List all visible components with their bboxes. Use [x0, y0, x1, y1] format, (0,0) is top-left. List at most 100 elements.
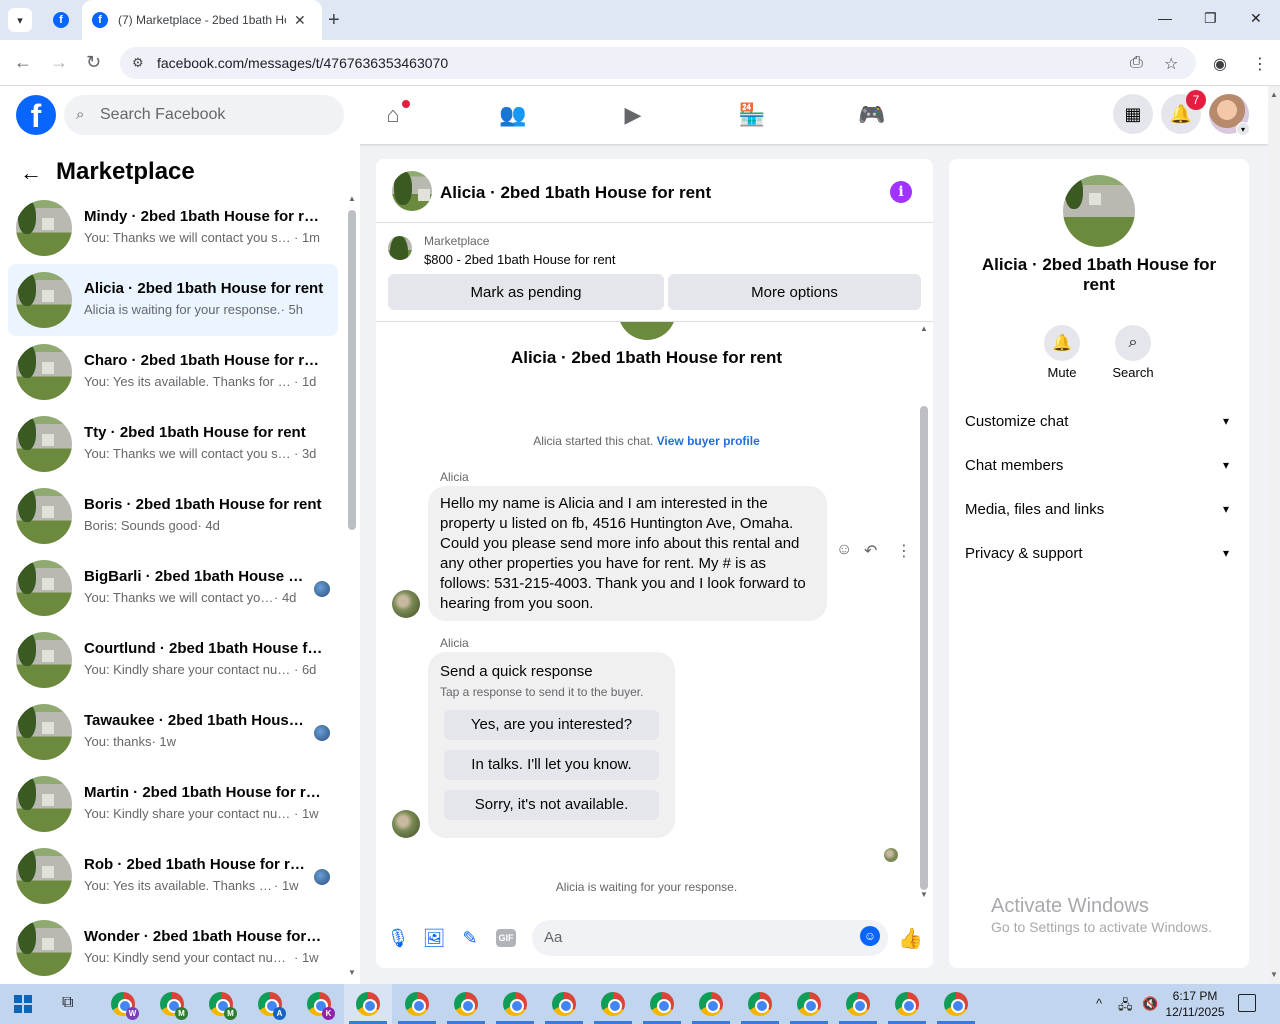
- scroll-up-icon[interactable]: ▲: [920, 324, 928, 333]
- emoji-icon[interactable]: ☺: [860, 926, 880, 946]
- friends-icon[interactable]: 👥: [499, 102, 527, 128]
- chat-members-section[interactable]: Chat members ▾: [965, 443, 1233, 487]
- chrome-taskbar-icon[interactable]: W: [111, 992, 139, 1020]
- chat-scrollbar[interactable]: ▲ ▼: [917, 322, 931, 902]
- close-window-icon[interactable]: ✕: [1250, 10, 1262, 27]
- reply-icon[interactable]: ↶: [864, 541, 877, 561]
- conversation-item[interactable]: Boris · 2bed 1bath House for rent Boris: …: [8, 480, 338, 552]
- gif-icon[interactable]: GIF: [496, 929, 516, 947]
- menu-grid-icon[interactable]: ▦: [1113, 94, 1153, 134]
- message-input[interactable]: Aa: [532, 920, 888, 956]
- chrome-taskbar-icon[interactable]: [503, 992, 527, 1016]
- conversation-item[interactable]: BigBarli · 2bed 1bath House for rent You:…: [8, 552, 338, 624]
- scroll-up-icon[interactable]: ▲: [1270, 90, 1278, 99]
- chat-avatar[interactable]: [392, 171, 432, 211]
- conversation-list-scrollbar[interactable]: ▲ ▼: [346, 194, 358, 980]
- sender-avatar[interactable]: [392, 810, 420, 838]
- scroll-down-icon[interactable]: ▼: [348, 968, 356, 977]
- chrome-taskbar-icon[interactable]: M: [160, 992, 188, 1020]
- conversation-item[interactable]: Tty · 2bed 1bath House for rent You: Than…: [8, 408, 338, 480]
- listing-price[interactable]: $800 - 2bed 1bath House for rent: [424, 252, 616, 267]
- scrollbar-thumb[interactable]: [348, 210, 356, 530]
- chrome-taskbar-icon[interactable]: [454, 992, 478, 1016]
- quick-response-in-talks-button[interactable]: In talks. I'll let you know.: [444, 750, 659, 780]
- conversation-item[interactable]: Martin · 2bed 1bath House for rent You: K…: [8, 768, 338, 840]
- info-icon[interactable]: i: [890, 181, 912, 203]
- bookmark-star-icon[interactable]: ☆: [1164, 54, 1178, 74]
- conversation-item[interactable]: Courtlund · 2bed 1bath House for rent You…: [8, 624, 338, 696]
- chrome-taskbar-icon[interactable]: [895, 992, 919, 1016]
- chrome-taskbar-icon[interactable]: [944, 992, 968, 1016]
- contact-avatar[interactable]: [1063, 175, 1135, 247]
- chrome-taskbar-icon[interactable]: [748, 992, 772, 1016]
- task-view-icon[interactable]: ⧉: [62, 994, 73, 1012]
- system-clock[interactable]: 6:17 PM 12/11/2025: [1160, 988, 1230, 1020]
- chrome-taskbar-icon[interactable]: [356, 992, 380, 1016]
- view-buyer-profile-link[interactable]: View buyer profile: [657, 434, 760, 448]
- chrome-taskbar-icon[interactable]: [797, 992, 821, 1016]
- listing-thumbnail[interactable]: [388, 236, 412, 260]
- site-info-icon[interactable]: ⚙: [132, 55, 144, 71]
- thumbs-up-icon[interactable]: 👍: [898, 926, 923, 951]
- page-scrollbar[interactable]: ▲ ▼: [1268, 86, 1280, 984]
- action-center-icon[interactable]: [1238, 994, 1256, 1012]
- minimize-icon[interactable]: —: [1158, 10, 1172, 26]
- search-icon[interactable]: ⌕: [1115, 325, 1151, 361]
- microphone-icon[interactable]: 🎙: [386, 926, 410, 950]
- browser-tab-active[interactable]: f (7) Marketplace - 2bed 1bath House for…: [82, 0, 322, 40]
- url-field[interactable]: ⚙ facebook.com/messages/t/47676363534630…: [120, 47, 1196, 79]
- facebook-logo-icon[interactable]: f: [16, 95, 56, 135]
- back-arrow-icon[interactable]: ←: [20, 160, 42, 186]
- facebook-search-input[interactable]: ⌕ Search Facebook: [64, 95, 344, 135]
- quick-response-yes-button[interactable]: Yes, are you interested?: [444, 710, 659, 740]
- chrome-taskbar-icon[interactable]: [601, 992, 625, 1016]
- menu-kebab-icon[interactable]: ⋮: [1252, 54, 1268, 74]
- network-icon[interactable]: 🖧: [1118, 996, 1133, 1018]
- chrome-taskbar-icon[interactable]: M: [209, 992, 237, 1020]
- message-bubble[interactable]: Hello my name is Alicia and I am interes…: [428, 486, 827, 621]
- profile-icon[interactable]: ◉: [1213, 54, 1227, 74]
- forward-arrow-icon[interactable]: →: [50, 52, 68, 73]
- marketplace-icon[interactable]: 🏪: [738, 102, 766, 128]
- chrome-taskbar-icon[interactable]: [846, 992, 870, 1016]
- react-emoji-icon[interactable]: ☺: [836, 541, 852, 559]
- video-icon[interactable]: ▶: [619, 102, 647, 128]
- mark-pending-button[interactable]: Mark as pending: [388, 274, 664, 310]
- chevron-down-icon[interactable]: ▾: [1236, 122, 1250, 136]
- windows-start-icon[interactable]: [14, 995, 32, 1013]
- gaming-icon[interactable]: 🎮: [858, 102, 886, 128]
- conversation-item[interactable]: Rob · 2bed 1bath House for rent You: Yes …: [8, 840, 338, 912]
- back-arrow-icon[interactable]: ←: [14, 52, 32, 73]
- volume-muted-icon[interactable]: 🔇: [1142, 996, 1158, 1012]
- scroll-down-icon[interactable]: ▼: [1270, 970, 1278, 979]
- more-actions-icon[interactable]: ⋮: [896, 541, 912, 561]
- chrome-taskbar-icon[interactable]: [699, 992, 723, 1016]
- browser-tab-facebook[interactable]: f: [40, 0, 82, 40]
- show-hidden-icons-icon[interactable]: ^: [1096, 996, 1102, 1011]
- scroll-up-icon[interactable]: ▲: [348, 194, 356, 203]
- scroll-down-icon[interactable]: ▼: [920, 890, 928, 899]
- chrome-taskbar-icon[interactable]: [650, 992, 674, 1016]
- chrome-taskbar-icon[interactable]: K: [307, 992, 335, 1020]
- chrome-taskbar-icon[interactable]: [552, 992, 576, 1016]
- sticker-icon[interactable]: ✎: [458, 926, 482, 950]
- chrome-taskbar-icon[interactable]: [405, 992, 429, 1016]
- tab-close-icon[interactable]: ✕: [294, 12, 306, 29]
- scrollbar-thumb[interactable]: [920, 406, 928, 890]
- conversation-item[interactable]: Wonder · 2bed 1bath House for rent You: K…: [8, 912, 338, 984]
- conversation-item[interactable]: Alicia · 2bed 1bath House for rent Alicia…: [8, 264, 338, 336]
- conversation-item[interactable]: Mindy · 2bed 1bath House for rent You: Th…: [8, 192, 338, 264]
- conversation-item[interactable]: Charo · 2bed 1bath House for rent You: Ye…: [8, 336, 338, 408]
- more-options-button[interactable]: More options: [668, 274, 921, 310]
- tab-search-dropdown-icon[interactable]: ▾: [8, 8, 32, 32]
- media-files-links-section[interactable]: Media, files and links ▾: [965, 487, 1233, 531]
- new-tab-plus-icon[interactable]: +: [328, 9, 340, 32]
- install-app-icon[interactable]: ⎙: [1130, 54, 1143, 72]
- sender-avatar[interactable]: [392, 590, 420, 618]
- customize-chat-section[interactable]: Customize chat ▾: [965, 399, 1233, 443]
- photo-icon[interactable]: 🖼: [422, 926, 446, 950]
- restore-icon[interactable]: ❐: [1204, 10, 1217, 27]
- chrome-taskbar-icon[interactable]: A: [258, 992, 286, 1020]
- quick-response-not-available-button[interactable]: Sorry, it's not available.: [444, 790, 659, 820]
- mute-bell-icon[interactable]: 🔔: [1044, 325, 1080, 361]
